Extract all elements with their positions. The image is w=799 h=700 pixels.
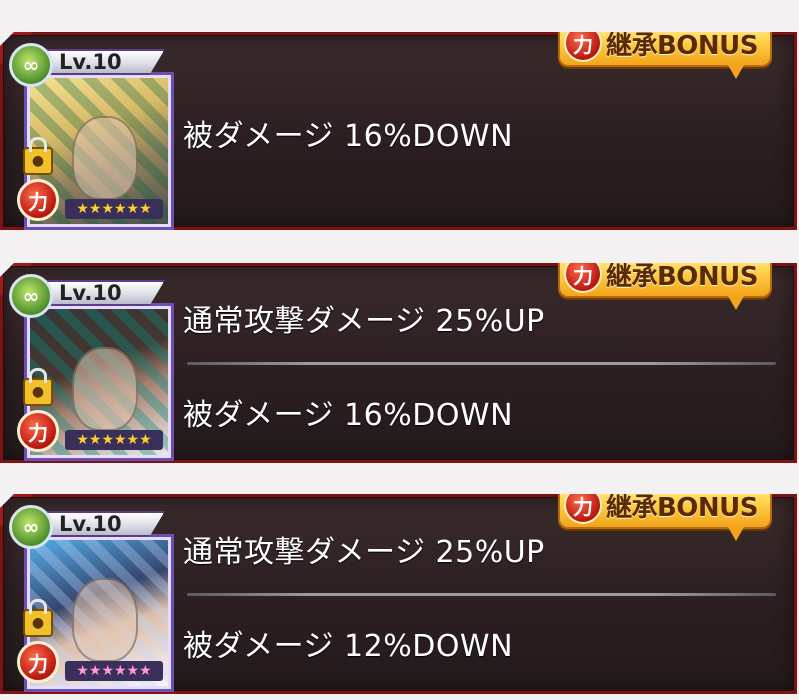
- bonus-effect-line: 通常攻撃ダメージ 25%UP: [183, 304, 545, 339]
- power-icon: 力: [563, 32, 602, 62]
- inheritance-card-1[interactable]: 力 継承BONUS ∞ Lv.10 ● 力 ★★★★★★ 被ダメージ 16%DO…: [0, 32, 797, 230]
- link-icon: ∞: [9, 274, 53, 318]
- level-tag: Lv.10: [35, 49, 165, 75]
- inheritance-bonus-badge: 力 継承BONUS: [557, 261, 772, 310]
- effect-divider: [187, 362, 776, 365]
- character-portrait[interactable]: ∞ Lv.10 ● 力 ★★★★★★: [9, 274, 171, 458]
- character-portrait[interactable]: ∞ Lv.10 ● 力 ★★★★★★: [9, 505, 171, 689]
- character-portrait[interactable]: ∞ Lv.10 ● 力 ★★★★★★: [9, 43, 171, 227]
- inheritance-card-2[interactable]: 力 継承BONUS ∞ Lv.10 ● 力 ★★★★★★ 通常攻撃ダメージ 25…: [0, 263, 797, 463]
- effect-divider: [187, 593, 776, 596]
- link-icon: ∞: [9, 505, 53, 549]
- lock-icon[interactable]: ●: [23, 599, 53, 637]
- lock-icon[interactable]: ●: [23, 137, 53, 175]
- power-attribute-icon: 力: [17, 641, 59, 683]
- bonus-label: 継承BONUS: [605, 30, 759, 61]
- rarity-stars: ★★★★★★: [65, 430, 163, 450]
- inheritance-bonus-badge: 力 継承BONUS: [557, 492, 772, 541]
- inheritance-card-3[interactable]: 力 継承BONUS ∞ Lv.10 ● 力 ★★★★★★ 通常攻撃ダメージ 25…: [0, 494, 797, 694]
- rarity-stars: ★★★★★★: [65, 199, 163, 219]
- bonus-label: 継承BONUS: [605, 492, 759, 523]
- bonus-effect-line: 被ダメージ 12%DOWN: [183, 629, 514, 664]
- lock-icon[interactable]: ●: [23, 368, 53, 406]
- power-icon: 力: [563, 494, 602, 524]
- level-tag: Lv.10: [35, 280, 165, 306]
- level-tag: Lv.10: [35, 511, 165, 537]
- power-icon: 力: [563, 263, 602, 293]
- link-icon: ∞: [9, 43, 53, 87]
- bonus-effect-line: 被ダメージ 16%DOWN: [183, 119, 514, 154]
- bonus-effect-line: 通常攻撃ダメージ 25%UP: [183, 535, 545, 570]
- power-attribute-icon: 力: [17, 410, 59, 452]
- power-attribute-icon: 力: [17, 179, 59, 221]
- bonus-effect-line: 被ダメージ 16%DOWN: [183, 398, 514, 433]
- rarity-stars: ★★★★★★: [65, 661, 163, 681]
- inheritance-bonus-badge: 力 継承BONUS: [557, 30, 772, 79]
- bonus-label: 継承BONUS: [605, 261, 759, 292]
